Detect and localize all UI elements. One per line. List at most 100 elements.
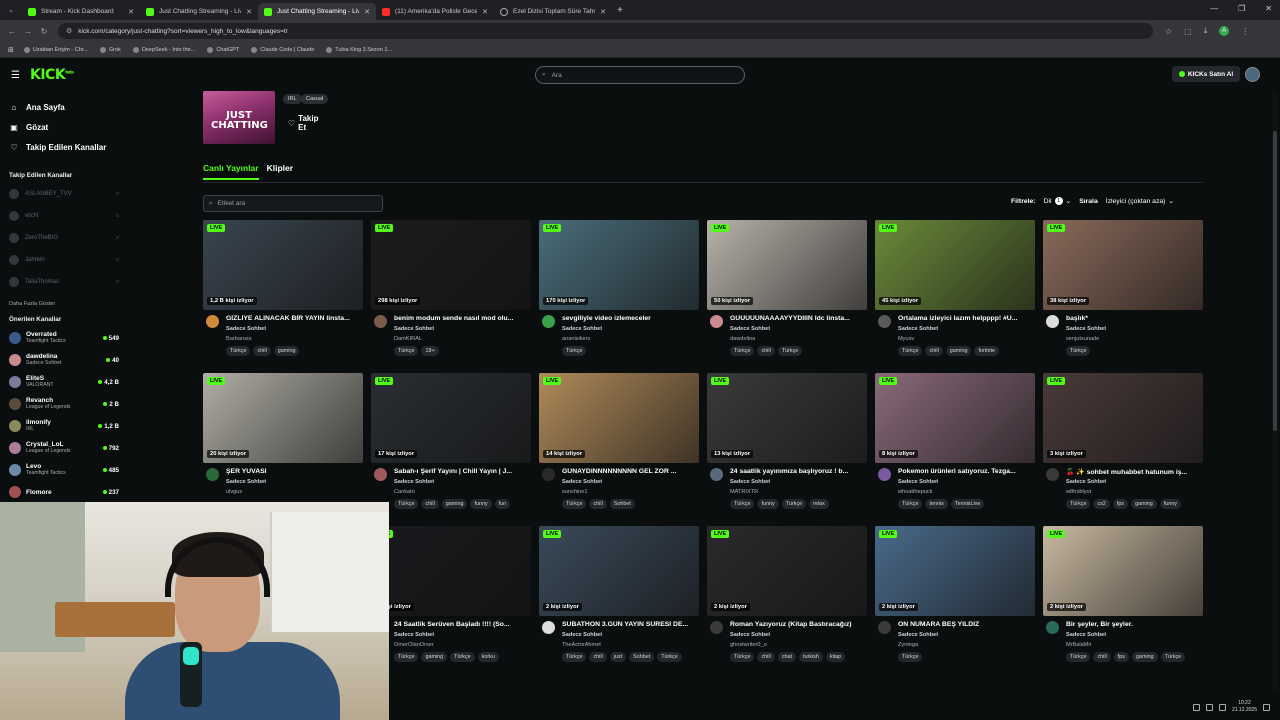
bookmark-item[interactable]: Claude Code | Claude xyxy=(251,46,314,53)
stream-tag[interactable]: Türkçe xyxy=(562,652,587,662)
stream-title[interactable]: ON NUMARA BEŞ YILDIZ xyxy=(898,621,1033,628)
stream-thumbnail[interactable]: LIVE 20 kişi izliyor xyxy=(203,373,363,463)
stream-card[interactable]: LIVE 38 kişi izliyor başlık* Sadece Sohbet s… xyxy=(1043,220,1203,370)
nav-home[interactable]: ⌂ Ana Sayfa xyxy=(0,97,125,117)
stream-card[interactable]: LIVE 1,2 B kişi izliyor GİZLİYE ALINACAK B… xyxy=(203,220,363,370)
followed-channel[interactable]: wtcN ⦸ xyxy=(0,205,125,227)
stream-tag[interactable]: funny xyxy=(470,499,492,509)
streamer-avatar[interactable] xyxy=(878,621,891,634)
stream-title[interactable]: GİZLİYE ALINACAK BİR YAYIN linsta... xyxy=(226,315,361,322)
stream-thumbnail[interactable]: LIVE 17 kişi izliyor xyxy=(371,373,531,463)
stream-tag[interactable]: chill xyxy=(1093,652,1111,662)
stream-category[interactable]: Sadece Sohbet xyxy=(898,326,938,332)
stream-tag[interactable]: tennis xyxy=(925,499,948,509)
stream-tag[interactable]: turkish xyxy=(798,652,823,662)
streamer-name[interactable]: TheActorAhmet xyxy=(562,642,601,648)
followed-channel[interactable]: Jahrein ⦸ xyxy=(0,249,125,271)
streamer-avatar[interactable] xyxy=(206,468,219,481)
stream-tag[interactable]: gaming xyxy=(421,652,448,662)
stream-thumbnail[interactable]: LIVE3 kişi izliyor xyxy=(1043,373,1203,463)
streamer-avatar[interactable] xyxy=(206,315,219,328)
stream-tag[interactable]: gaming xyxy=(441,499,468,509)
stream-card[interactable]: LIVE 50 kişi izliyor GÜÜÜÜÜNAAAAYYYDIIIN l… xyxy=(707,220,867,370)
browser-menu-icon[interactable]: ⋮ xyxy=(1241,27,1249,36)
stream-category[interactable]: Sadece Sohbet xyxy=(730,326,770,332)
apps-icon[interactable]: ⊞ xyxy=(8,46,14,54)
close-tab-icon[interactable]: ✕ xyxy=(128,8,134,16)
stream-tag[interactable]: Türkçe xyxy=(1066,346,1091,356)
stream-category[interactable]: Sadece Sohbet xyxy=(1066,326,1106,332)
tag-search-input[interactable]: ⌕ Etiket ara xyxy=(203,195,383,212)
stream-tag[interactable]: fps xyxy=(1112,499,1129,509)
stream-title[interactable]: Ortalama izleyici lazım helpppp! #U... xyxy=(898,315,1033,322)
recommended-channel[interactable]: Flomore 237 xyxy=(0,481,125,503)
stream-card[interactable]: LIVE 20 kişi izliyor ŞER YUVASI Sadece Sohb… xyxy=(203,373,363,523)
stream-tag[interactable]: gaming xyxy=(1131,499,1157,509)
language-filter[interactable]: Dil 1 ⌄ xyxy=(1044,197,1071,205)
url-field[interactable]: ⚙ kick.com/category/just-chatting?sort=v… xyxy=(58,23,1153,39)
streamer-avatar[interactable] xyxy=(374,315,387,328)
bookmark-item[interactable]: DeepSeek - Into the... xyxy=(132,46,195,53)
maximize-icon[interactable]: ❐ xyxy=(1238,4,1245,13)
stream-tag[interactable]: fps xyxy=(1113,652,1129,662)
stream-tag[interactable]: Türkçe xyxy=(1160,652,1186,662)
stream-category[interactable]: Sadece Sohbet xyxy=(394,326,434,332)
recommended-channel[interactable]: Crystal_LoL League of Legends 792 xyxy=(0,437,125,459)
browser-tab[interactable]: (11) Amerika'da Polisle Gece De... ✕ xyxy=(376,3,494,20)
stream-tag[interactable]: Türkçe xyxy=(1066,652,1091,662)
stream-tag[interactable]: Türkçe xyxy=(898,499,923,509)
streamer-name[interactable]: Myusv xyxy=(898,336,914,342)
stream-tag[interactable]: chill xyxy=(421,499,439,509)
stream-tag[interactable]: funny xyxy=(1159,499,1181,509)
kick-logo[interactable]: KICKbeta xyxy=(30,67,74,83)
stream-tag[interactable]: chill xyxy=(925,346,943,356)
stream-category[interactable]: Sadece Sohbet xyxy=(898,479,938,485)
browser-tab[interactable]: Ezel Dizisi Toplam Süre Tahmini ✕ xyxy=(494,3,612,20)
bookmark-item[interactable]: Grok xyxy=(99,46,121,53)
stream-title[interactable]: benim modum sende nasıl mod olu... xyxy=(394,315,529,322)
nav-browse[interactable]: ▣ Gözat xyxy=(0,117,125,137)
buy-kicks-button[interactable]: KICKs Satın Al xyxy=(1172,66,1240,82)
stream-thumbnail[interactable]: LIVE 298 kişi izliyor xyxy=(371,220,531,310)
stream-title[interactable]: ŞER YUVASI xyxy=(226,468,361,475)
extensions-icon[interactable]: ⬚ xyxy=(1184,27,1192,36)
stream-tag[interactable]: relax xyxy=(809,499,829,509)
stream-title[interactable]: 🍒 ✨ sohbet muhabbet hatunum iş... xyxy=(1066,468,1201,476)
stream-title[interactable]: GÜÜÜÜÜNAAAAYYYDIIIN ldc linsta... xyxy=(730,315,865,322)
stream-thumbnail[interactable]: LIVE 2 kişi izliyor xyxy=(707,526,867,616)
stream-category[interactable]: Sadece Sohbet xyxy=(730,479,770,485)
bookmark-star-icon[interactable]: ☆ xyxy=(1165,27,1172,36)
minimize-icon[interactable]: — xyxy=(1210,4,1218,13)
stream-tag[interactable]: TennisLive xyxy=(950,499,985,509)
stream-tag[interactable]: funny xyxy=(757,499,779,509)
stream-thumbnail[interactable]: LIVE 170 kişi izliyor xyxy=(539,220,699,310)
stream-tag[interactable]: chill xyxy=(757,652,775,662)
close-window-icon[interactable]: ✕ xyxy=(1265,4,1272,13)
stream-card[interactable]: LIVE 170 kişi izliyor sevgiliyle video izl… xyxy=(539,220,699,370)
streamer-name[interactable]: ulvgus xyxy=(226,489,242,495)
streamer-name[interactable]: whoatthepuck xyxy=(898,489,933,495)
stream-thumbnail[interactable]: LIVE 38 kişi izliyor xyxy=(1043,220,1203,310)
close-tab-icon[interactable]: ✕ xyxy=(600,8,606,16)
stream-tag[interactable]: Sohbet xyxy=(629,652,655,662)
site-info-icon[interactable]: ⚙ xyxy=(66,27,72,35)
stream-tag[interactable]: Sohbet xyxy=(609,499,635,509)
stream-title[interactable]: GÜNAYDINNNNNNNNN GEL ZOR ... xyxy=(562,468,697,475)
followed-channel[interactable]: ASLANBEY_TVV ⦸ xyxy=(0,183,125,205)
stream-category[interactable]: Sadece Sohbet xyxy=(562,479,602,485)
stream-thumbnail[interactable]: LIVE 8 kişi izliyor xyxy=(875,373,1035,463)
stream-tag[interactable]: cs2 xyxy=(1093,499,1110,509)
stream-category[interactable]: Sadece Sohbet xyxy=(226,326,266,332)
streamer-avatar[interactable] xyxy=(1046,621,1059,634)
stream-category[interactable]: Sadece Sohbet xyxy=(898,632,938,638)
stream-tag[interactable]: Türkçe xyxy=(450,652,475,662)
stream-title[interactable]: Bir şeyler, Bir şeyler. xyxy=(1066,621,1201,628)
menu-icon[interactable]: ☰ xyxy=(11,70,20,81)
stream-tag[interactable]: Türkçe xyxy=(562,499,587,509)
stream-card[interactable]: LIVE 8 kişi izliyor Pokemon ürünleri satıy… xyxy=(875,373,1035,523)
stream-thumbnail[interactable]: LIVE 14 kişi izliyor xyxy=(539,373,699,463)
stream-thumbnail[interactable]: LIVE3 kişi izliyor xyxy=(371,526,531,616)
show-more-link[interactable]: Daha Fazla Göster xyxy=(0,295,125,313)
close-tab-icon[interactable]: ✕ xyxy=(246,8,252,16)
stream-tag[interactable]: Türkçe xyxy=(898,652,923,662)
